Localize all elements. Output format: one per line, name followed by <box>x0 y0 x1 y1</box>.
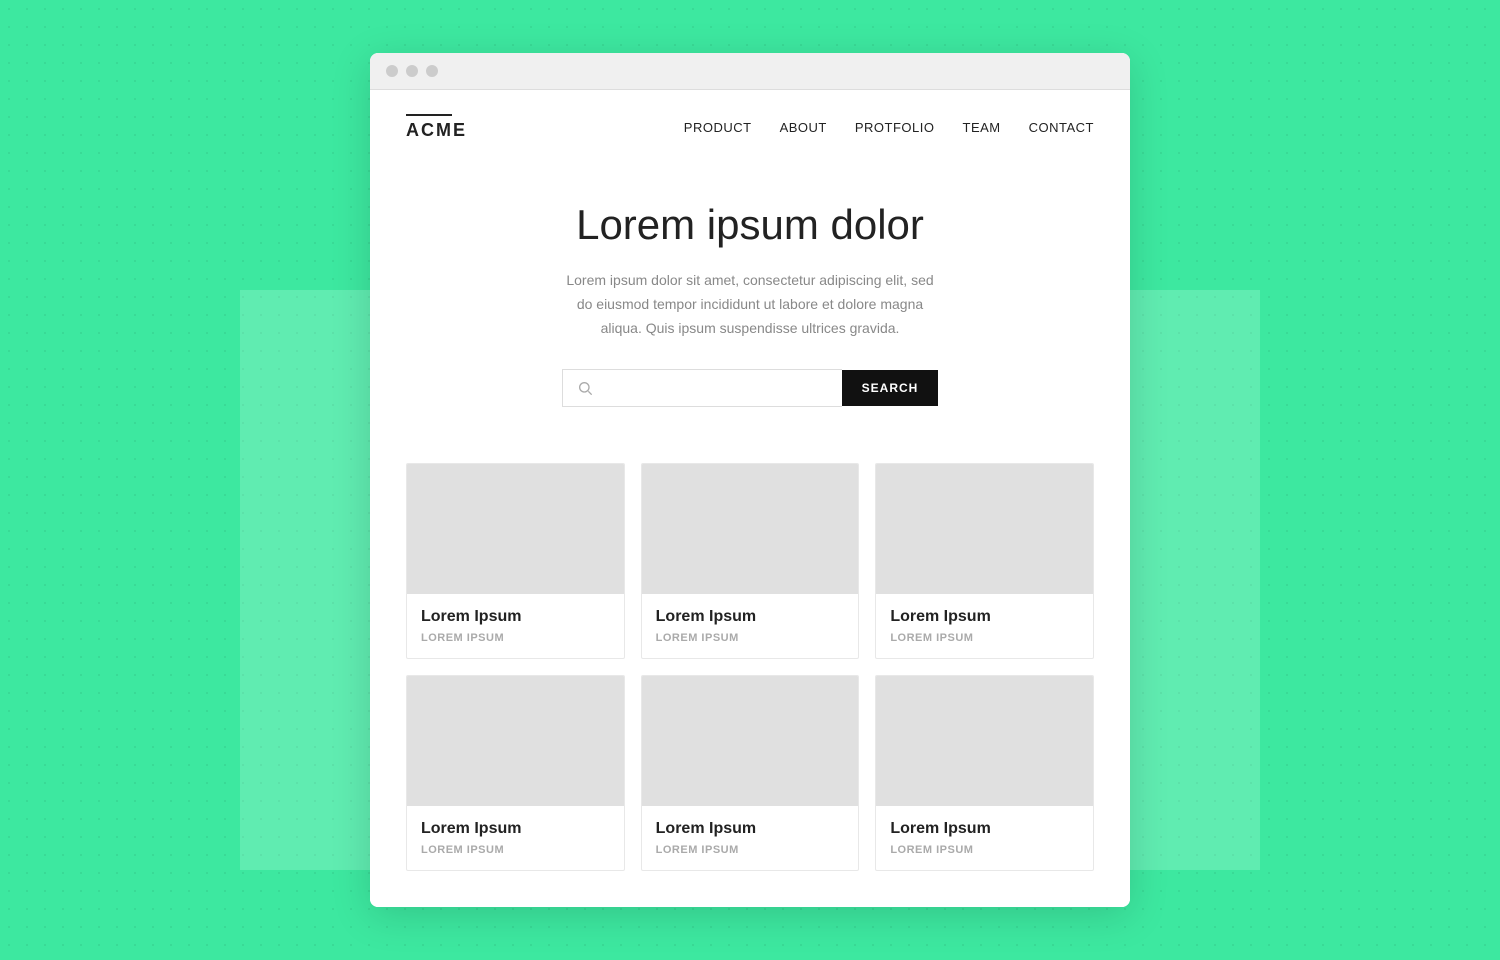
card-1-subtitle: LOREM IPSUM <box>421 632 610 644</box>
card-2[interactable]: Lorem Ipsum LOREM IPSUM <box>641 463 860 659</box>
nav-link-contact[interactable]: CONTACT <box>1029 120 1094 135</box>
card-4[interactable]: Lorem Ipsum LOREM IPSUM <box>406 675 625 871</box>
browser-window: ACME PRODUCT ABOUT PROTFOLIO TEAM CONTAC… <box>370 53 1130 906</box>
search-bar: SEARCH <box>406 369 1094 407</box>
card-5-body: Lorem Ipsum LOREM IPSUM <box>642 806 859 870</box>
browser-dot-green <box>426 65 438 77</box>
browser-dot-red <box>386 65 398 77</box>
card-3-subtitle: LOREM IPSUM <box>890 632 1079 644</box>
nav-links: PRODUCT ABOUT PROTFOLIO TEAM CONTACT <box>684 120 1094 135</box>
card-4-title: Lorem Ipsum <box>421 820 610 838</box>
card-3-title: Lorem Ipsum <box>890 608 1079 626</box>
logo-text: ACME <box>406 120 467 141</box>
card-1-title: Lorem Ipsum <box>421 608 610 626</box>
card-2-title: Lorem Ipsum <box>656 608 845 626</box>
nav-link-protfolio[interactable]: PROTFOLIO <box>855 120 935 135</box>
browser-dot-yellow <box>406 65 418 77</box>
logo-line <box>406 114 452 116</box>
card-2-body: Lorem Ipsum LOREM IPSUM <box>642 594 859 658</box>
navbar: ACME PRODUCT ABOUT PROTFOLIO TEAM CONTAC… <box>370 90 1130 161</box>
card-4-subtitle: LOREM IPSUM <box>421 844 610 856</box>
card-1-image <box>407 464 624 594</box>
search-input-wrapper <box>562 369 842 407</box>
card-5-title: Lorem Ipsum <box>656 820 845 838</box>
card-1[interactable]: Lorem Ipsum LOREM IPSUM <box>406 463 625 659</box>
card-5-image <box>642 676 859 806</box>
card-3-body: Lorem Ipsum LOREM IPSUM <box>876 594 1093 658</box>
card-6-subtitle: LOREM IPSUM <box>890 844 1079 856</box>
search-icon <box>577 380 593 396</box>
browser-content: ACME PRODUCT ABOUT PROTFOLIO TEAM CONTAC… <box>370 90 1130 906</box>
search-input[interactable] <box>601 380 828 396</box>
card-5[interactable]: Lorem Ipsum LOREM IPSUM <box>641 675 860 871</box>
hero-description: Lorem ipsum dolor sit amet, consectetur … <box>560 269 940 340</box>
nav-link-about[interactable]: ABOUT <box>780 120 827 135</box>
search-button[interactable]: SEARCH <box>842 370 939 406</box>
card-3[interactable]: Lorem Ipsum LOREM IPSUM <box>875 463 1094 659</box>
card-6-title: Lorem Ipsum <box>890 820 1079 838</box>
card-3-image <box>876 464 1093 594</box>
card-6-image <box>876 676 1093 806</box>
nav-link-product[interactable]: PRODUCT <box>684 120 752 135</box>
logo-area: ACME <box>406 114 467 141</box>
card-5-subtitle: LOREM IPSUM <box>656 844 845 856</box>
card-grid: Lorem Ipsum LOREM IPSUM Lorem Ipsum LORE… <box>370 463 1130 907</box>
card-2-image <box>642 464 859 594</box>
hero-title: Lorem ipsum dolor <box>406 201 1094 249</box>
card-6[interactable]: Lorem Ipsum LOREM IPSUM <box>875 675 1094 871</box>
hero-section: Lorem ipsum dolor Lorem ipsum dolor sit … <box>370 161 1130 462</box>
card-2-subtitle: LOREM IPSUM <box>656 632 845 644</box>
card-1-body: Lorem Ipsum LOREM IPSUM <box>407 594 624 658</box>
browser-chrome <box>370 53 1130 90</box>
nav-link-team[interactable]: TEAM <box>963 120 1001 135</box>
card-4-image <box>407 676 624 806</box>
card-6-body: Lorem Ipsum LOREM IPSUM <box>876 806 1093 870</box>
card-4-body: Lorem Ipsum LOREM IPSUM <box>407 806 624 870</box>
